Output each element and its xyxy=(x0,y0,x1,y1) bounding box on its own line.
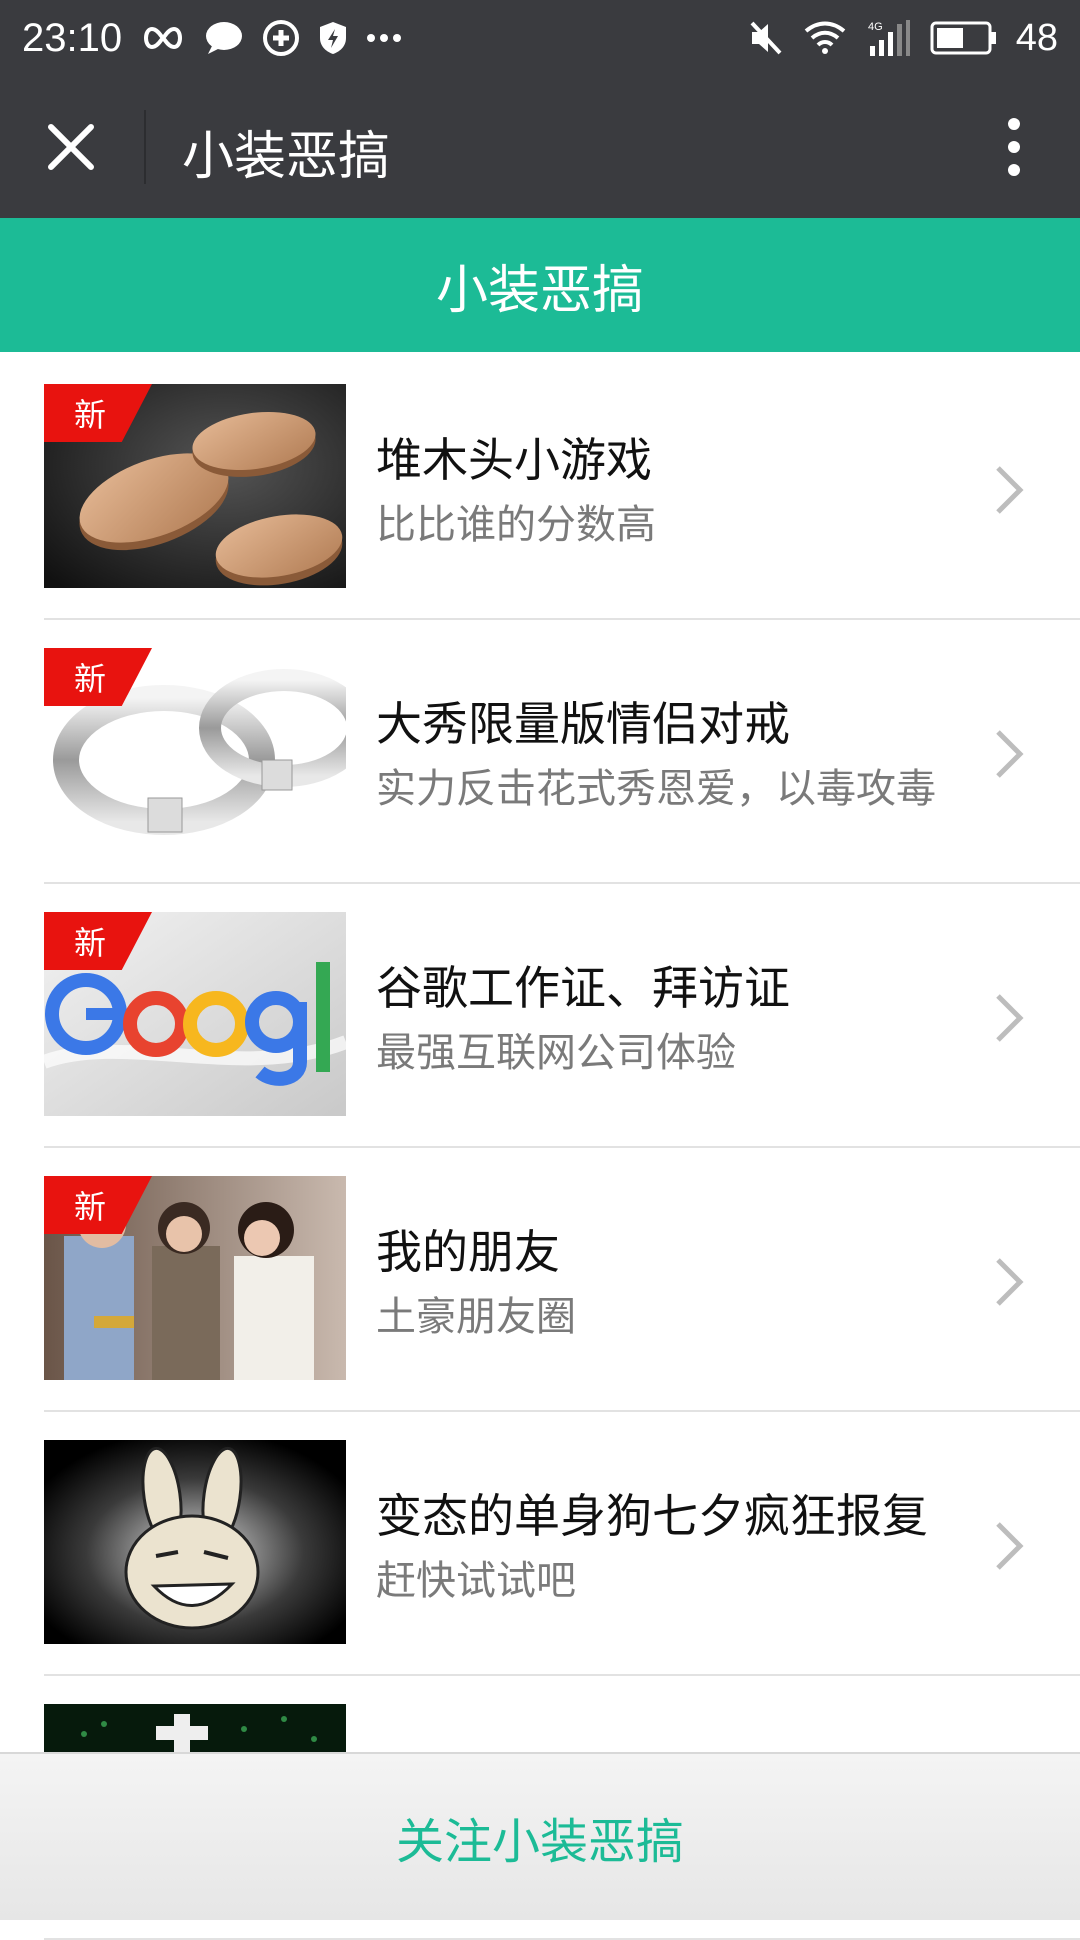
shield-icon xyxy=(318,20,348,56)
battery-level: 48 xyxy=(1015,16,1058,59)
item-title: 我的朋友 xyxy=(376,1225,560,1279)
list-item[interactable]: 新 大秀限量版情侣对戒 实力反击花式秀恩爱，以毒攻毒 xyxy=(44,620,1080,884)
item-subtitle: 赶快试试吧 xyxy=(376,1558,576,1604)
list-item[interactable]: 新 我的朋友 土豪朋友圈 xyxy=(44,1148,1080,1412)
infinity-icon xyxy=(140,25,186,51)
close-icon xyxy=(48,124,94,170)
close-button[interactable] xyxy=(36,112,106,182)
title-bar: 小装恶搞 xyxy=(0,76,1080,218)
signal-4g-icon: 4G xyxy=(866,18,912,58)
item-subtitle: 比比谁的分数高 xyxy=(376,502,656,548)
wifi-icon xyxy=(802,19,848,57)
wood-blocks-image: 新 xyxy=(44,384,346,588)
section-header: 小装恶搞 xyxy=(0,218,1080,352)
battery-icon xyxy=(930,21,998,55)
item-subtitle: 最强互联网公司体验 xyxy=(376,1030,736,1076)
status-right: 4G 48 xyxy=(748,17,1058,60)
item-list: 新 堆木头小游戏 比比谁的分数高 新 大秀限量版情侣对戒 实力反击花式秀恩爱，以… xyxy=(0,356,1080,1940)
friends-photo-image: 新 xyxy=(44,1176,346,1380)
chat-bubble-icon xyxy=(204,20,244,56)
item-title: 堆木头小游戏 xyxy=(376,433,652,487)
status-time: 23:10 xyxy=(22,15,123,60)
chevron-right-icon xyxy=(996,994,1024,1042)
chevron-right-icon xyxy=(996,730,1024,778)
status-bar: 23:10 4G 48 xyxy=(0,0,1080,76)
more-dots-icon xyxy=(366,33,402,43)
item-title: 谷歌工作证、拜访证 xyxy=(376,961,790,1015)
sync-icon xyxy=(262,19,300,57)
section-header-title: 小装恶搞 xyxy=(435,260,644,321)
item-title: 大秀限量版情侣对戒 xyxy=(376,697,790,751)
list-item[interactable]: 变态的单身狗七夕疯狂报复 赶快试试吧 xyxy=(44,1412,1080,1676)
rings-image: 新 xyxy=(44,648,346,852)
chevron-right-icon xyxy=(996,1258,1024,1306)
google-logo-image: 新 xyxy=(44,912,346,1116)
list-item[interactable]: 新 堆木头小游戏 比比谁的分数高 xyxy=(44,356,1080,620)
title-divider xyxy=(144,110,146,184)
chevron-right-icon xyxy=(996,1522,1024,1570)
item-title: 变态的单身狗七夕疯狂报复 xyxy=(376,1489,928,1543)
mute-icon xyxy=(748,19,784,57)
status-left: 23:10 xyxy=(22,16,402,61)
list-item[interactable]: 新 谷歌工作证、拜访证 最强互联网公司体验 xyxy=(44,884,1080,1148)
more-menu-button[interactable] xyxy=(984,112,1044,182)
follow-button[interactable]: 关注小装恶搞 xyxy=(0,1752,1080,1920)
item-subtitle: 土豪朋友圈 xyxy=(376,1294,576,1340)
svg-text:4G: 4G xyxy=(868,21,883,33)
item-subtitle: 实力反击花式秀恩爱，以毒攻毒 xyxy=(376,766,936,812)
page-title: 小装恶搞 xyxy=(182,127,391,187)
rabbit-face-image xyxy=(44,1440,346,1644)
chevron-right-icon xyxy=(996,466,1024,514)
more-vertical-icon xyxy=(1008,118,1020,130)
follow-button-label: 关注小装恶搞 xyxy=(395,1814,684,1870)
